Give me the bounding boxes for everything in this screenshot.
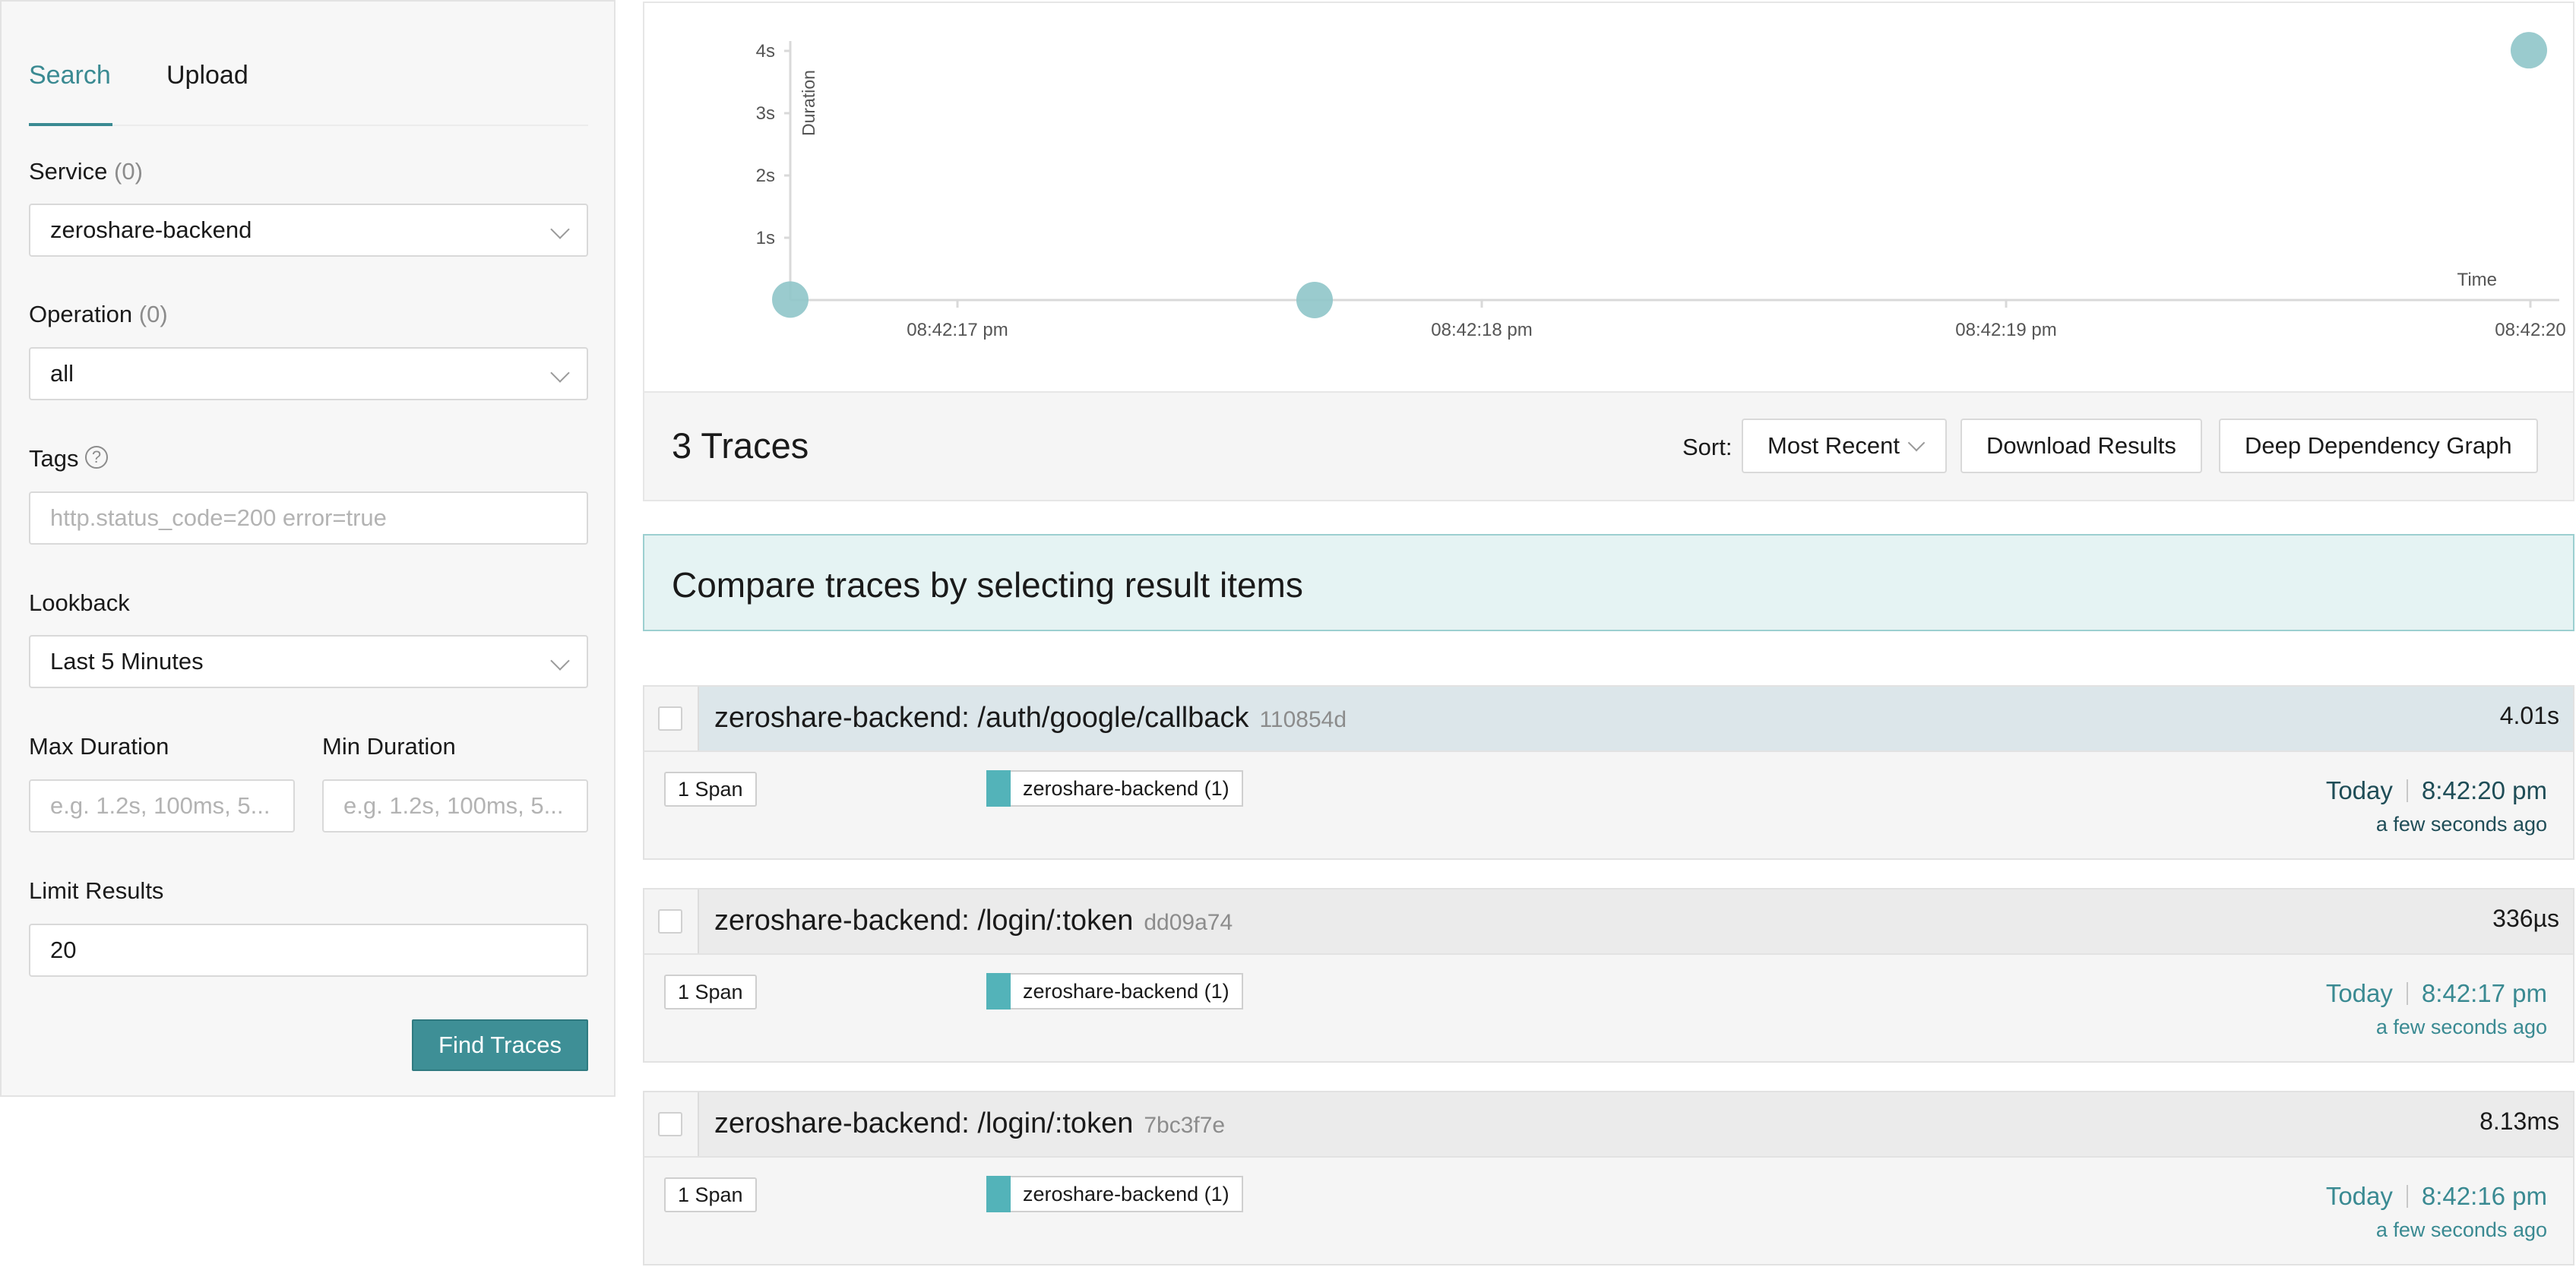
sort-label: Sort: [1682,434,1733,460]
service-color-swatch [986,973,1011,1009]
chevron-down-icon [550,220,570,239]
trace-id: 7bc3f7e [1144,1113,1226,1138]
max-duration-input[interactable]: e.g. 1.2s, 100ms, 5... [29,779,295,833]
download-results-button[interactable]: Download Results [1960,419,2202,473]
trace-result-item[interactable]: zeroshare-backend: /auth/google/callback… [643,685,2574,860]
x-axis-label: Time [2457,270,2497,290]
min-duration-input[interactable]: e.g. 1.2s, 100ms, 5... [322,779,588,833]
service-color-swatch [986,770,1011,807]
trace-timestamp: Today 8:42:20 pm [2325,776,2547,804]
trace-point [1296,281,1333,318]
tab-active-indicator [29,123,112,126]
span-count-badge: 1 Span [664,975,757,1009]
x-tick-label: 08:42:17 pm [907,320,1008,340]
lookback-select[interactable]: Last 5 Minutes [29,635,588,688]
limit-results-input[interactable]: 20 [29,924,588,977]
lookback-select-value: Last 5 Minutes [50,648,204,675]
trace-duration: 336µs [2492,905,2559,932]
find-traces-button[interactable]: Find Traces [412,1019,588,1071]
trace-relative-time: a few seconds ago [2375,1218,2547,1241]
service-badge: zeroshare-backend (1) [1011,770,1243,807]
trace-title-bar[interactable]: zeroshare-backend: /auth/google/callback… [644,687,2573,752]
tags-input[interactable]: http.status_code=200 error=true [29,491,588,545]
results-header: 3 Traces Sort: Most Recent Download Resu… [643,393,2574,501]
chart-svg: 1s 2s 3s 4s 08:42:17 pm 08:42:18 pm 08:42:19 p… [756,32,2566,340]
trace-select-cell [644,1092,699,1156]
search-panel: Search Upload Service (0) zeroshare-back… [0,0,616,1097]
service-badge: zeroshare-backend (1) [1011,1176,1243,1212]
trace-relative-time: a few seconds ago [2375,813,2547,836]
trace-title[interactable]: zeroshare-backend: /login/:token dd09a74 [714,905,1233,937]
limit-results-label: Limit Results [29,877,164,904]
x-tick-label: 08:42:20 [2495,320,2565,340]
trace-title[interactable]: zeroshare-backend: /login/:token 7bc3f7e [714,1107,1225,1140]
traces-count: 3 Traces [672,425,809,466]
service-badge: zeroshare-backend (1) [1011,973,1243,1009]
trace-duration: 8.13ms [2479,1107,2559,1135]
tab-divider [29,125,588,126]
trace-result-item[interactable]: zeroshare-backend: /login/:token dd09a74 … [643,888,2574,1063]
trace-result-item[interactable]: zeroshare-backend: /login/:token 7bc3f7e … [643,1091,2574,1265]
trace-point [772,281,809,318]
operation-label: Operation (0) [29,301,168,327]
trace-scatter-chart: 1s 2s 3s 4s 08:42:17 pm 08:42:18 pm 08:42:19 p… [643,2,2574,393]
y-tick-label: 3s [756,103,775,124]
trace-timestamp: Today 8:42:16 pm [2325,1182,2547,1210]
y-tick-label: 4s [756,41,775,62]
tab-upload[interactable]: Upload [166,61,248,90]
chevron-down-icon [1907,434,1926,452]
service-label: Service (0) [29,158,143,185]
y-tick-label: 2s [756,166,775,186]
deep-dependency-graph-button[interactable]: Deep Dependency Graph [2219,419,2538,473]
trace-id: 110854d [1259,707,1347,732]
max-duration-label: Max Duration [29,733,169,760]
service-color-swatch [986,1176,1011,1212]
tab-search[interactable]: Search [29,61,111,90]
trace-select-cell [644,889,699,953]
trace-select-checkbox[interactable] [658,909,682,934]
x-tick-label: 08:42:18 pm [1431,320,1532,340]
trace-select-cell [644,687,699,750]
x-tick-label: 08:42:19 pm [1955,320,2056,340]
tags-label: Tags [29,445,79,472]
trace-title-bar[interactable]: zeroshare-backend: /login/:token dd09a74 … [644,889,2573,955]
trace-duration: 4.01s [2499,702,2559,729]
trace-id: dd09a74 [1144,910,1233,935]
compare-banner: Compare traces by selecting result items [643,534,2574,631]
sort-select[interactable]: Most Recent [1742,419,1947,473]
min-duration-label: Min Duration [322,733,456,760]
span-count-badge: 1 Span [664,1177,757,1212]
trace-timestamp: Today 8:42:17 pm [2325,979,2547,1007]
service-select-value: zeroshare-backend [50,216,252,243]
y-axis-label: Duration [799,70,818,136]
trace-title-bar[interactable]: zeroshare-backend: /login/:token 7bc3f7e … [644,1092,2573,1158]
trace-select-checkbox[interactable] [658,706,682,731]
trace-title[interactable]: zeroshare-backend: /auth/google/callback… [714,702,1347,735]
chevron-down-icon [550,363,570,383]
trace-select-checkbox[interactable] [658,1112,682,1136]
span-count-badge: 1 Span [664,772,757,807]
trace-relative-time: a few seconds ago [2375,1016,2547,1038]
operation-select-value: all [50,360,74,387]
compare-banner-text: Compare traces by selecting result items [672,565,1303,605]
chevron-down-icon [550,651,570,671]
lookback-label: Lookback [29,589,130,616]
service-select[interactable]: zeroshare-backend [29,204,588,257]
operation-select[interactable]: all [29,347,588,400]
trace-point [2511,32,2547,69]
help-icon[interactable]: ? [85,446,108,469]
y-tick-label: 1s [756,228,775,248]
sort-select-value: Most Recent [1767,432,1900,459]
